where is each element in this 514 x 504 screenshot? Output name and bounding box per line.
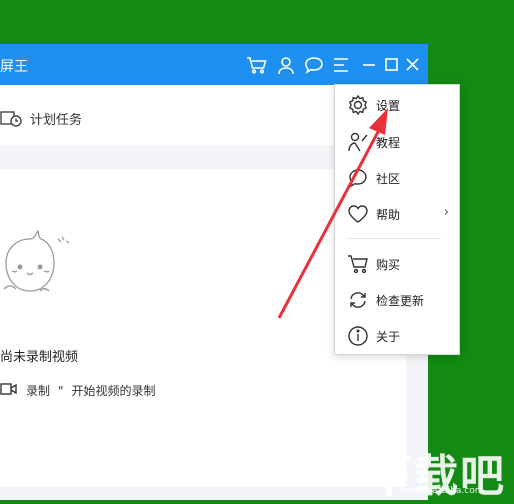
chat-bubble-icon — [347, 167, 369, 189]
cart-icon — [347, 253, 369, 275]
record-hint: 录制 " 开始视频的录制 — [26, 382, 156, 399]
menu-label-check-update: 检查更新 — [376, 294, 425, 308]
app-title: 屏王 — [0, 59, 28, 75]
empty-state-text: 尚未录制视频 — [0, 350, 79, 365]
submenu-chevron-icon: › — [443, 205, 449, 220]
menu-item-community[interactable]: 社区 — [335, 163, 459, 193]
menu-item-settings[interactable]: 设置 — [335, 90, 459, 120]
menu-item-about[interactable]: 关于 — [335, 321, 459, 351]
watermark-url: www.xiazaiba.com — [400, 486, 484, 496]
title-bar: 屏王 — [0, 44, 428, 85]
close-icon[interactable] — [402, 56, 424, 74]
menu-label-tutorial: 教程 — [376, 136, 401, 150]
menu-label-settings: 设置 — [376, 99, 401, 113]
chat-icon[interactable] — [303, 56, 325, 74]
person-tutorial-icon — [347, 131, 369, 153]
menu-label-help: 帮助 — [376, 208, 401, 222]
menu-item-help[interactable]: 帮助 › — [335, 199, 459, 229]
menu-label-community: 社区 — [376, 172, 401, 186]
info-icon — [347, 325, 369, 347]
menu-label-buy: 购买 — [376, 258, 401, 272]
menu-item-buy[interactable]: 购买 — [335, 249, 459, 279]
menu-icon[interactable] — [330, 56, 352, 74]
mascot-illustration — [0, 229, 80, 304]
gear-icon — [347, 94, 369, 116]
menu-item-tutorial[interactable]: 教程 — [335, 127, 459, 157]
heart-help-icon — [347, 203, 369, 225]
record-label[interactable]: 录制 — [26, 384, 50, 398]
schedule-task-button[interactable]: 计划任务 — [30, 109, 82, 128]
record-hint-text: 开始视频的录制 — [71, 384, 156, 398]
video-camera-icon — [0, 381, 18, 395]
menu-item-check-update[interactable]: 检查更新 — [335, 285, 459, 315]
main-dropdown-menu: 设置 教程 社区 帮助 › 购买 检查更新 关于 — [334, 84, 460, 355]
menu-label-about: 关于 — [376, 330, 401, 344]
menu-divider — [347, 238, 441, 239]
record-quote: " — [58, 384, 64, 398]
minimize-icon[interactable] — [358, 56, 380, 74]
cart-icon[interactable] — [246, 56, 268, 74]
schedule-clock-icon[interactable] — [0, 109, 24, 127]
user-icon[interactable] — [275, 56, 297, 75]
refresh-icon — [347, 289, 369, 311]
maximize-icon[interactable] — [380, 56, 402, 74]
